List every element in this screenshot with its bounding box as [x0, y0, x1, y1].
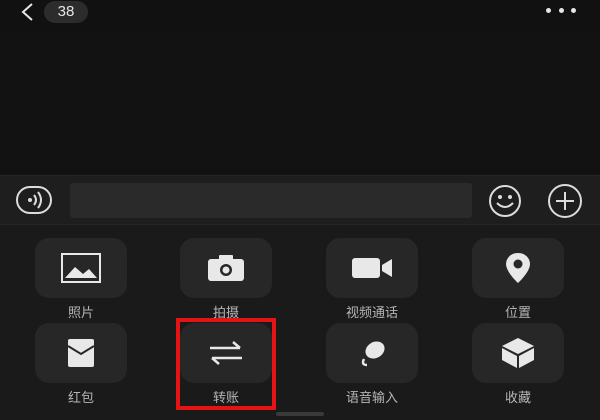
dot-icon — [558, 7, 564, 13]
voice-input-icon — [361, 341, 385, 367]
favorites-button[interactable] — [472, 323, 564, 383]
dot-icon — [546, 7, 551, 13]
video-call-button[interactable] — [326, 238, 418, 298]
unread-count-badge: 38 — [44, 1, 88, 23]
emoji-icon[interactable] — [487, 184, 523, 218]
photo-button[interactable] — [35, 238, 127, 298]
chat-header: 38 — [0, 0, 600, 30]
back-button[interactable]: 38 — [20, 0, 98, 24]
more-options-button[interactable] — [546, 4, 576, 16]
location-icon — [506, 253, 530, 283]
transfer-highlight-box — [176, 318, 276, 410]
video-call-label: 视频通话 — [345, 306, 398, 321]
video-call-icon — [352, 258, 392, 278]
voice-input-button[interactable] — [326, 323, 418, 383]
location-label: 位置 — [504, 306, 531, 321]
camera-button[interactable] — [180, 238, 272, 298]
red-packet-label: 红包 — [67, 391, 94, 406]
red-packet-icon — [67, 339, 95, 367]
dot-icon — [571, 7, 576, 13]
message-input[interactable] — [70, 183, 472, 218]
favorites-icon — [502, 338, 534, 368]
plus-icon[interactable] — [545, 184, 585, 218]
photo-icon — [61, 253, 101, 283]
voice-wave-icon — [28, 191, 42, 209]
chevron-left-icon — [21, 3, 33, 21]
input-bar — [0, 175, 600, 225]
red-packet-button[interactable] — [35, 323, 127, 383]
favorites-label: 收藏 — [504, 391, 531, 406]
photo-label: 照片 — [67, 306, 94, 321]
voice-mode-button[interactable] — [16, 186, 52, 214]
chat-message-area[interactable] — [0, 30, 600, 175]
location-button[interactable] — [472, 238, 564, 298]
voice-input-label: 语音输入 — [345, 391, 398, 406]
page-indicator — [276, 412, 324, 416]
camera-icon — [208, 255, 244, 281]
